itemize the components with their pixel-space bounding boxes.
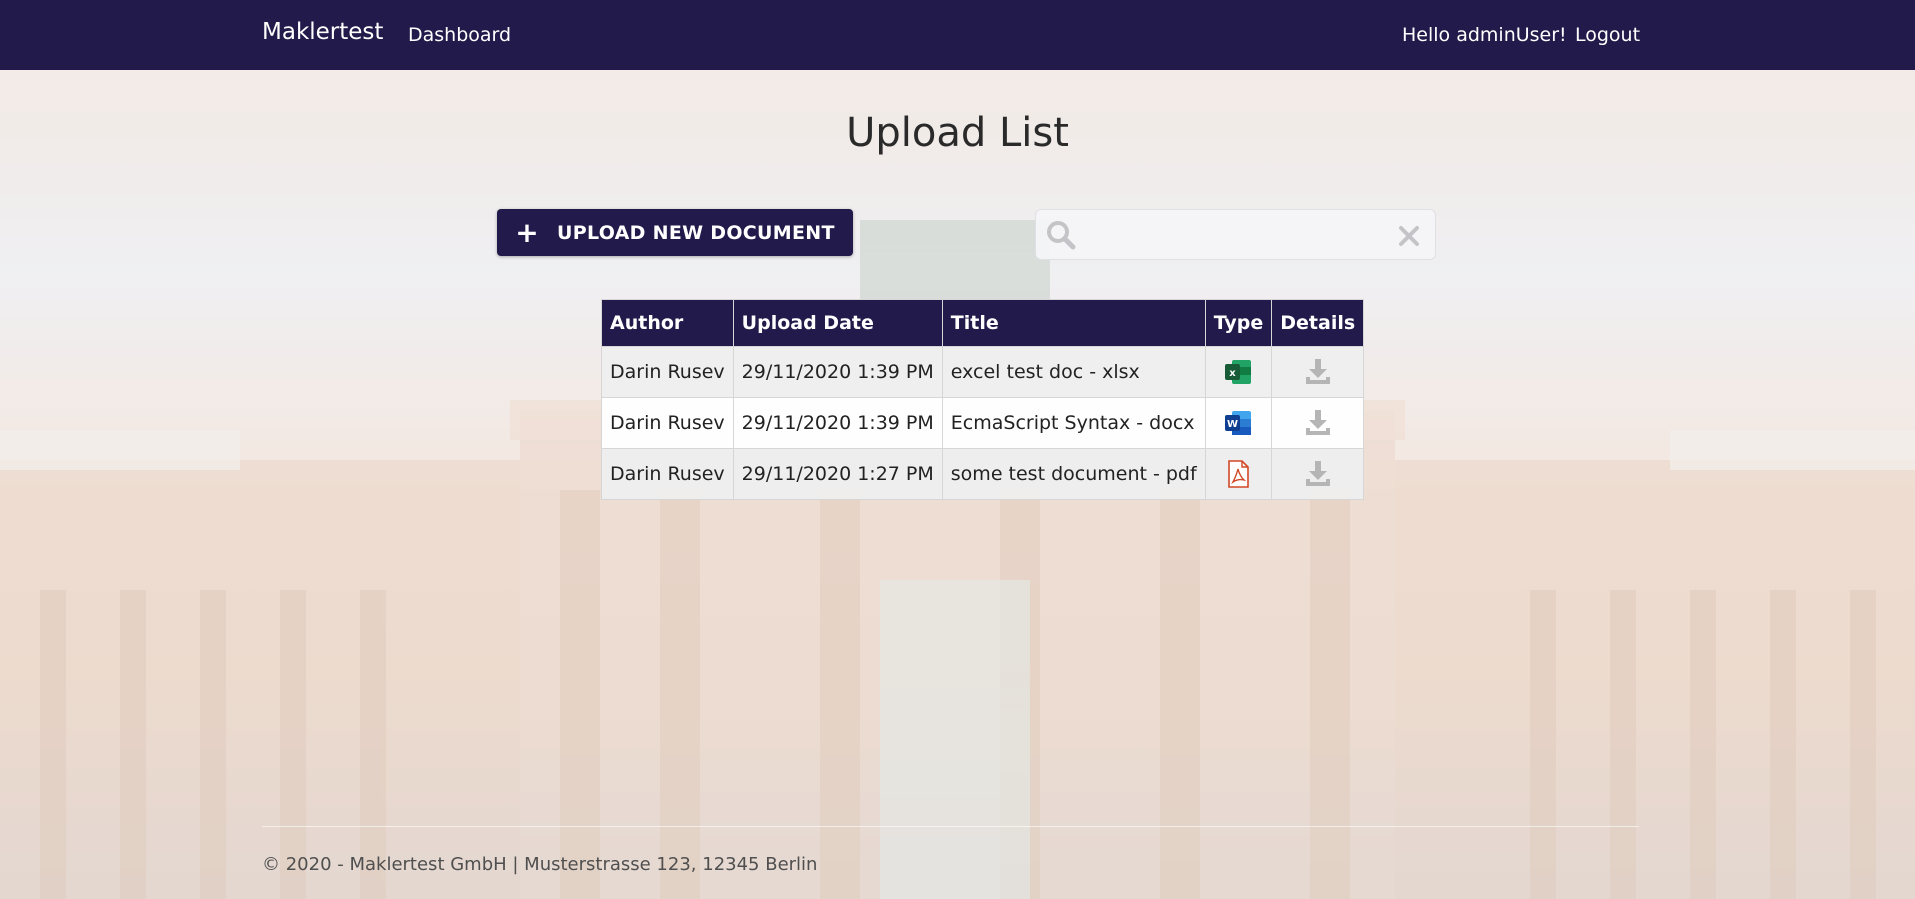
search-box	[1035, 209, 1436, 260]
download-icon[interactable]	[1303, 357, 1333, 387]
cell-author: Darin Rusev	[601, 448, 734, 500]
cell-details	[1271, 448, 1365, 500]
cell-upload-date: 29/11/2020 1:39 PM	[732, 346, 943, 398]
column-header-details[interactable]: Details	[1271, 299, 1365, 347]
cell-upload-date: 29/11/2020 1:27 PM	[732, 448, 943, 500]
search-icon[interactable]	[1045, 220, 1079, 250]
column-header-upload-date[interactable]: Upload Date	[732, 299, 943, 347]
table-header-row: Author Upload Date Title Type Details	[601, 299, 1365, 347]
uploads-table: Author Upload Date Title Type Details Da…	[601, 299, 1365, 500]
cell-type: x	[1204, 346, 1273, 398]
nav-dashboard-link[interactable]: Dashboard	[408, 24, 511, 46]
footer-divider	[262, 826, 1639, 827]
cell-details	[1271, 346, 1365, 398]
upload-button-label: UPLOAD NEW DOCUMENT	[557, 221, 835, 244]
cell-title: excel test doc - xlsx	[941, 346, 1206, 398]
download-icon[interactable]	[1303, 408, 1333, 438]
table-row[interactable]: Darin Rusev 29/11/2020 1:27 PM some test…	[601, 448, 1365, 500]
svg-text:W: W	[1227, 419, 1238, 430]
column-header-author[interactable]: Author	[601, 299, 734, 347]
clear-icon[interactable]	[1397, 224, 1421, 248]
cell-details	[1271, 397, 1365, 449]
plus-icon: +	[515, 215, 540, 249]
search-input[interactable]	[1088, 218, 1392, 252]
table-row[interactable]: Darin Rusev 29/11/2020 1:39 PM excel tes…	[601, 346, 1365, 398]
column-header-type[interactable]: Type	[1204, 299, 1273, 347]
cell-title: some test document - pdf	[941, 448, 1206, 500]
logout-link[interactable]: Logout	[1575, 24, 1640, 46]
word-file-icon: W	[1225, 411, 1252, 435]
excel-file-icon: x	[1225, 360, 1252, 384]
main-content: Upload List + UPLOAD NEW DOCUMENT Author…	[0, 0, 1915, 899]
column-header-title[interactable]: Title	[941, 299, 1206, 347]
cell-title: EcmaScript Syntax - docx	[941, 397, 1206, 449]
page-title: Upload List	[846, 110, 1069, 156]
brand-link[interactable]: Maklertest	[262, 19, 383, 45]
cell-author: Darin Rusev	[601, 346, 734, 398]
cell-upload-date: 29/11/2020 1:39 PM	[732, 397, 943, 449]
pdf-file-icon	[1228, 460, 1250, 488]
user-greeting-link[interactable]: Hello adminUser!	[1402, 24, 1567, 46]
cell-type: W	[1204, 397, 1273, 449]
svg-text:x: x	[1230, 368, 1237, 379]
upload-new-document-button[interactable]: + UPLOAD NEW DOCUMENT	[497, 209, 853, 256]
table-row[interactable]: Darin Rusev 29/11/2020 1:39 PM EcmaScrip…	[601, 397, 1365, 449]
top-navbar: Maklertest Dashboard Hello adminUser! Lo…	[0, 0, 1915, 70]
download-icon[interactable]	[1303, 459, 1333, 489]
cell-author: Darin Rusev	[601, 397, 734, 449]
footer-text: © 2020 - Maklertest GmbH | Musterstrasse…	[262, 854, 818, 875]
cell-type	[1204, 448, 1273, 500]
